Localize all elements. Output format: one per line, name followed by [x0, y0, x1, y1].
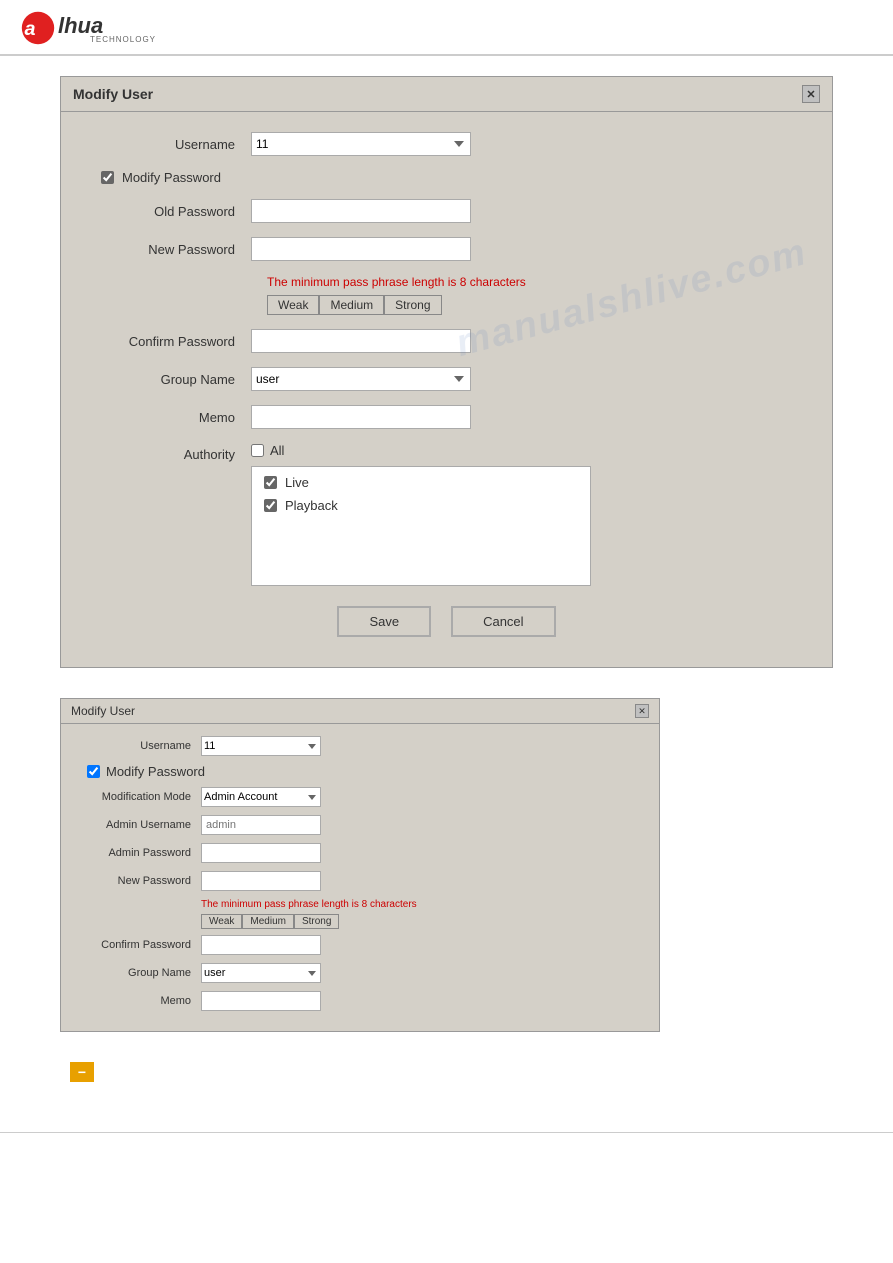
admin-password-row: Admin Password [81, 843, 639, 863]
old-password-input[interactable] [251, 199, 471, 223]
confirm-password-row: Confirm Password [91, 329, 802, 353]
dialog1-close-button[interactable]: ✕ [802, 85, 820, 103]
dialog2-title-bar: Modify User ✕ [61, 699, 659, 724]
modify-password-row: Modify Password [101, 170, 802, 185]
modify-password-checkbox[interactable] [101, 171, 114, 184]
dialog2-memo-label: Memo [81, 995, 201, 1007]
modification-mode-row: Modification Mode Admin Account User Acc… [81, 787, 639, 807]
authority-playback-label: Playback [285, 498, 338, 513]
new-password-label: New Password [91, 242, 251, 257]
confirm-password-label: Confirm Password [91, 334, 251, 349]
logo-text: lhua [58, 13, 103, 38]
authority-live-label: Live [285, 475, 309, 490]
dialog2-memo-row: Memo [81, 991, 639, 1011]
dialog2-memo-input[interactable] [201, 991, 321, 1011]
authority-live-item: Live [264, 475, 578, 490]
authority-playback-item: Playback [264, 498, 578, 513]
all-checkbox[interactable] [251, 444, 264, 457]
new-password-control [251, 237, 802, 261]
dialog2-strength-strong[interactable]: Strong [294, 914, 339, 929]
memo-row: Memo [91, 405, 802, 429]
logo-sub: TECHNOLOGY [90, 35, 156, 44]
old-password-row: Old Password [91, 199, 802, 223]
dialog2-modify-password-row: Modify Password [87, 764, 639, 779]
old-password-label: Old Password [91, 204, 251, 219]
group-name-select[interactable]: user admin [251, 367, 471, 391]
dialog2-strength-row: Weak Medium Strong [201, 914, 639, 929]
dialog2-group-name-label: Group Name [81, 967, 201, 979]
strength-strong-button[interactable]: Strong [384, 295, 441, 315]
logo-icon: a [20, 10, 56, 46]
new-password-row: New Password [91, 237, 802, 261]
dialog1-body: Username 11 Modify Password Old Password [61, 112, 832, 667]
strength-row: Weak Medium Strong [267, 295, 802, 315]
dialog2-new-password-label: New Password [81, 875, 201, 887]
confirm-password-input[interactable] [251, 329, 471, 353]
admin-password-input[interactable] [201, 843, 321, 863]
dialog2-group-name-select[interactable]: user admin [201, 963, 321, 983]
new-password-input[interactable] [251, 237, 471, 261]
all-label: All [270, 443, 284, 458]
admin-username-input[interactable] [201, 815, 321, 835]
dialog2-confirm-password-input[interactable] [201, 935, 321, 955]
authority-live-checkbox[interactable] [264, 476, 277, 489]
logo: a lhua TECHNOLOGY [20, 10, 156, 46]
dialog2-close-button[interactable]: ✕ [635, 704, 649, 718]
save-button[interactable]: Save [337, 606, 431, 637]
username-row: Username 11 [91, 132, 802, 156]
admin-username-row: Admin Username [81, 815, 639, 835]
memo-control [251, 405, 802, 429]
authority-box: All Live Playback [251, 443, 802, 586]
modification-mode-select[interactable]: Admin Account User Account [201, 787, 321, 807]
group-name-row: Group Name user admin [91, 367, 802, 391]
dialog2-username-row: Username 11 [81, 736, 639, 756]
footer-line [0, 1132, 893, 1141]
username-label: Username [91, 137, 251, 152]
dialog2-strength-weak[interactable]: Weak [201, 914, 242, 929]
dialog2-title: Modify User [71, 704, 135, 718]
dialog2-password-hint: The minimum pass phrase length is 8 char… [201, 899, 639, 910]
dialog2-new-password-row: New Password [81, 871, 639, 891]
dialog2-strength-medium[interactable]: Medium [242, 914, 294, 929]
dialog2-confirm-password-row: Confirm Password [81, 935, 639, 955]
confirm-password-control [251, 329, 802, 353]
username-control: 11 [251, 132, 802, 156]
dialog2-body: Username 11 Modify Password Modification… [61, 724, 659, 1031]
authority-row: Authority All Live Playback [91, 443, 802, 586]
cancel-button[interactable]: Cancel [451, 606, 555, 637]
admin-username-label: Admin Username [81, 819, 201, 831]
strength-medium-button[interactable]: Medium [319, 295, 384, 315]
admin-password-label: Admin Password [81, 847, 201, 859]
dialog1-title-bar: Modify User ✕ [61, 77, 832, 112]
memo-label: Memo [91, 410, 251, 425]
strength-weak-button[interactable]: Weak [267, 295, 319, 315]
page-header: a lhua TECHNOLOGY [0, 0, 893, 56]
dialog2-modify-password-checkbox[interactable] [87, 765, 100, 778]
group-name-label: Group Name [91, 372, 251, 387]
modify-user-dialog-1: manualshlive.com Modify User ✕ Username … [60, 76, 833, 668]
note-icon: − [70, 1062, 94, 1082]
all-checkbox-row: All [251, 443, 802, 458]
dialog2-modify-password-label: Modify Password [106, 764, 205, 779]
svg-text:a: a [25, 18, 36, 40]
modify-password-label: Modify Password [122, 170, 221, 185]
dialog1-buttons: Save Cancel [91, 606, 802, 647]
group-name-control: user admin [251, 367, 802, 391]
modification-mode-label: Modification Mode [81, 791, 201, 803]
dialog2-username-select[interactable]: 11 [201, 736, 321, 756]
page-content: manualshlive.com Modify User ✕ Username … [0, 56, 893, 1102]
dialog2-confirm-password-label: Confirm Password [81, 939, 201, 951]
dialog2-username-label: Username [81, 740, 201, 752]
authority-playback-checkbox[interactable] [264, 499, 277, 512]
username-select[interactable]: 11 [251, 132, 471, 156]
dialog2-group-name-row: Group Name user admin [81, 963, 639, 983]
dialog2-new-password-input[interactable] [201, 871, 321, 891]
old-password-control [251, 199, 802, 223]
authority-list: Live Playback [251, 466, 591, 586]
authority-label: Authority [91, 443, 251, 462]
dialog1-title: Modify User [73, 86, 153, 102]
password-hint: The minimum pass phrase length is 8 char… [267, 275, 802, 289]
modify-user-dialog-2: Modify User ✕ Username 11 Modify Passwor… [60, 698, 660, 1032]
memo-input[interactable] [251, 405, 471, 429]
